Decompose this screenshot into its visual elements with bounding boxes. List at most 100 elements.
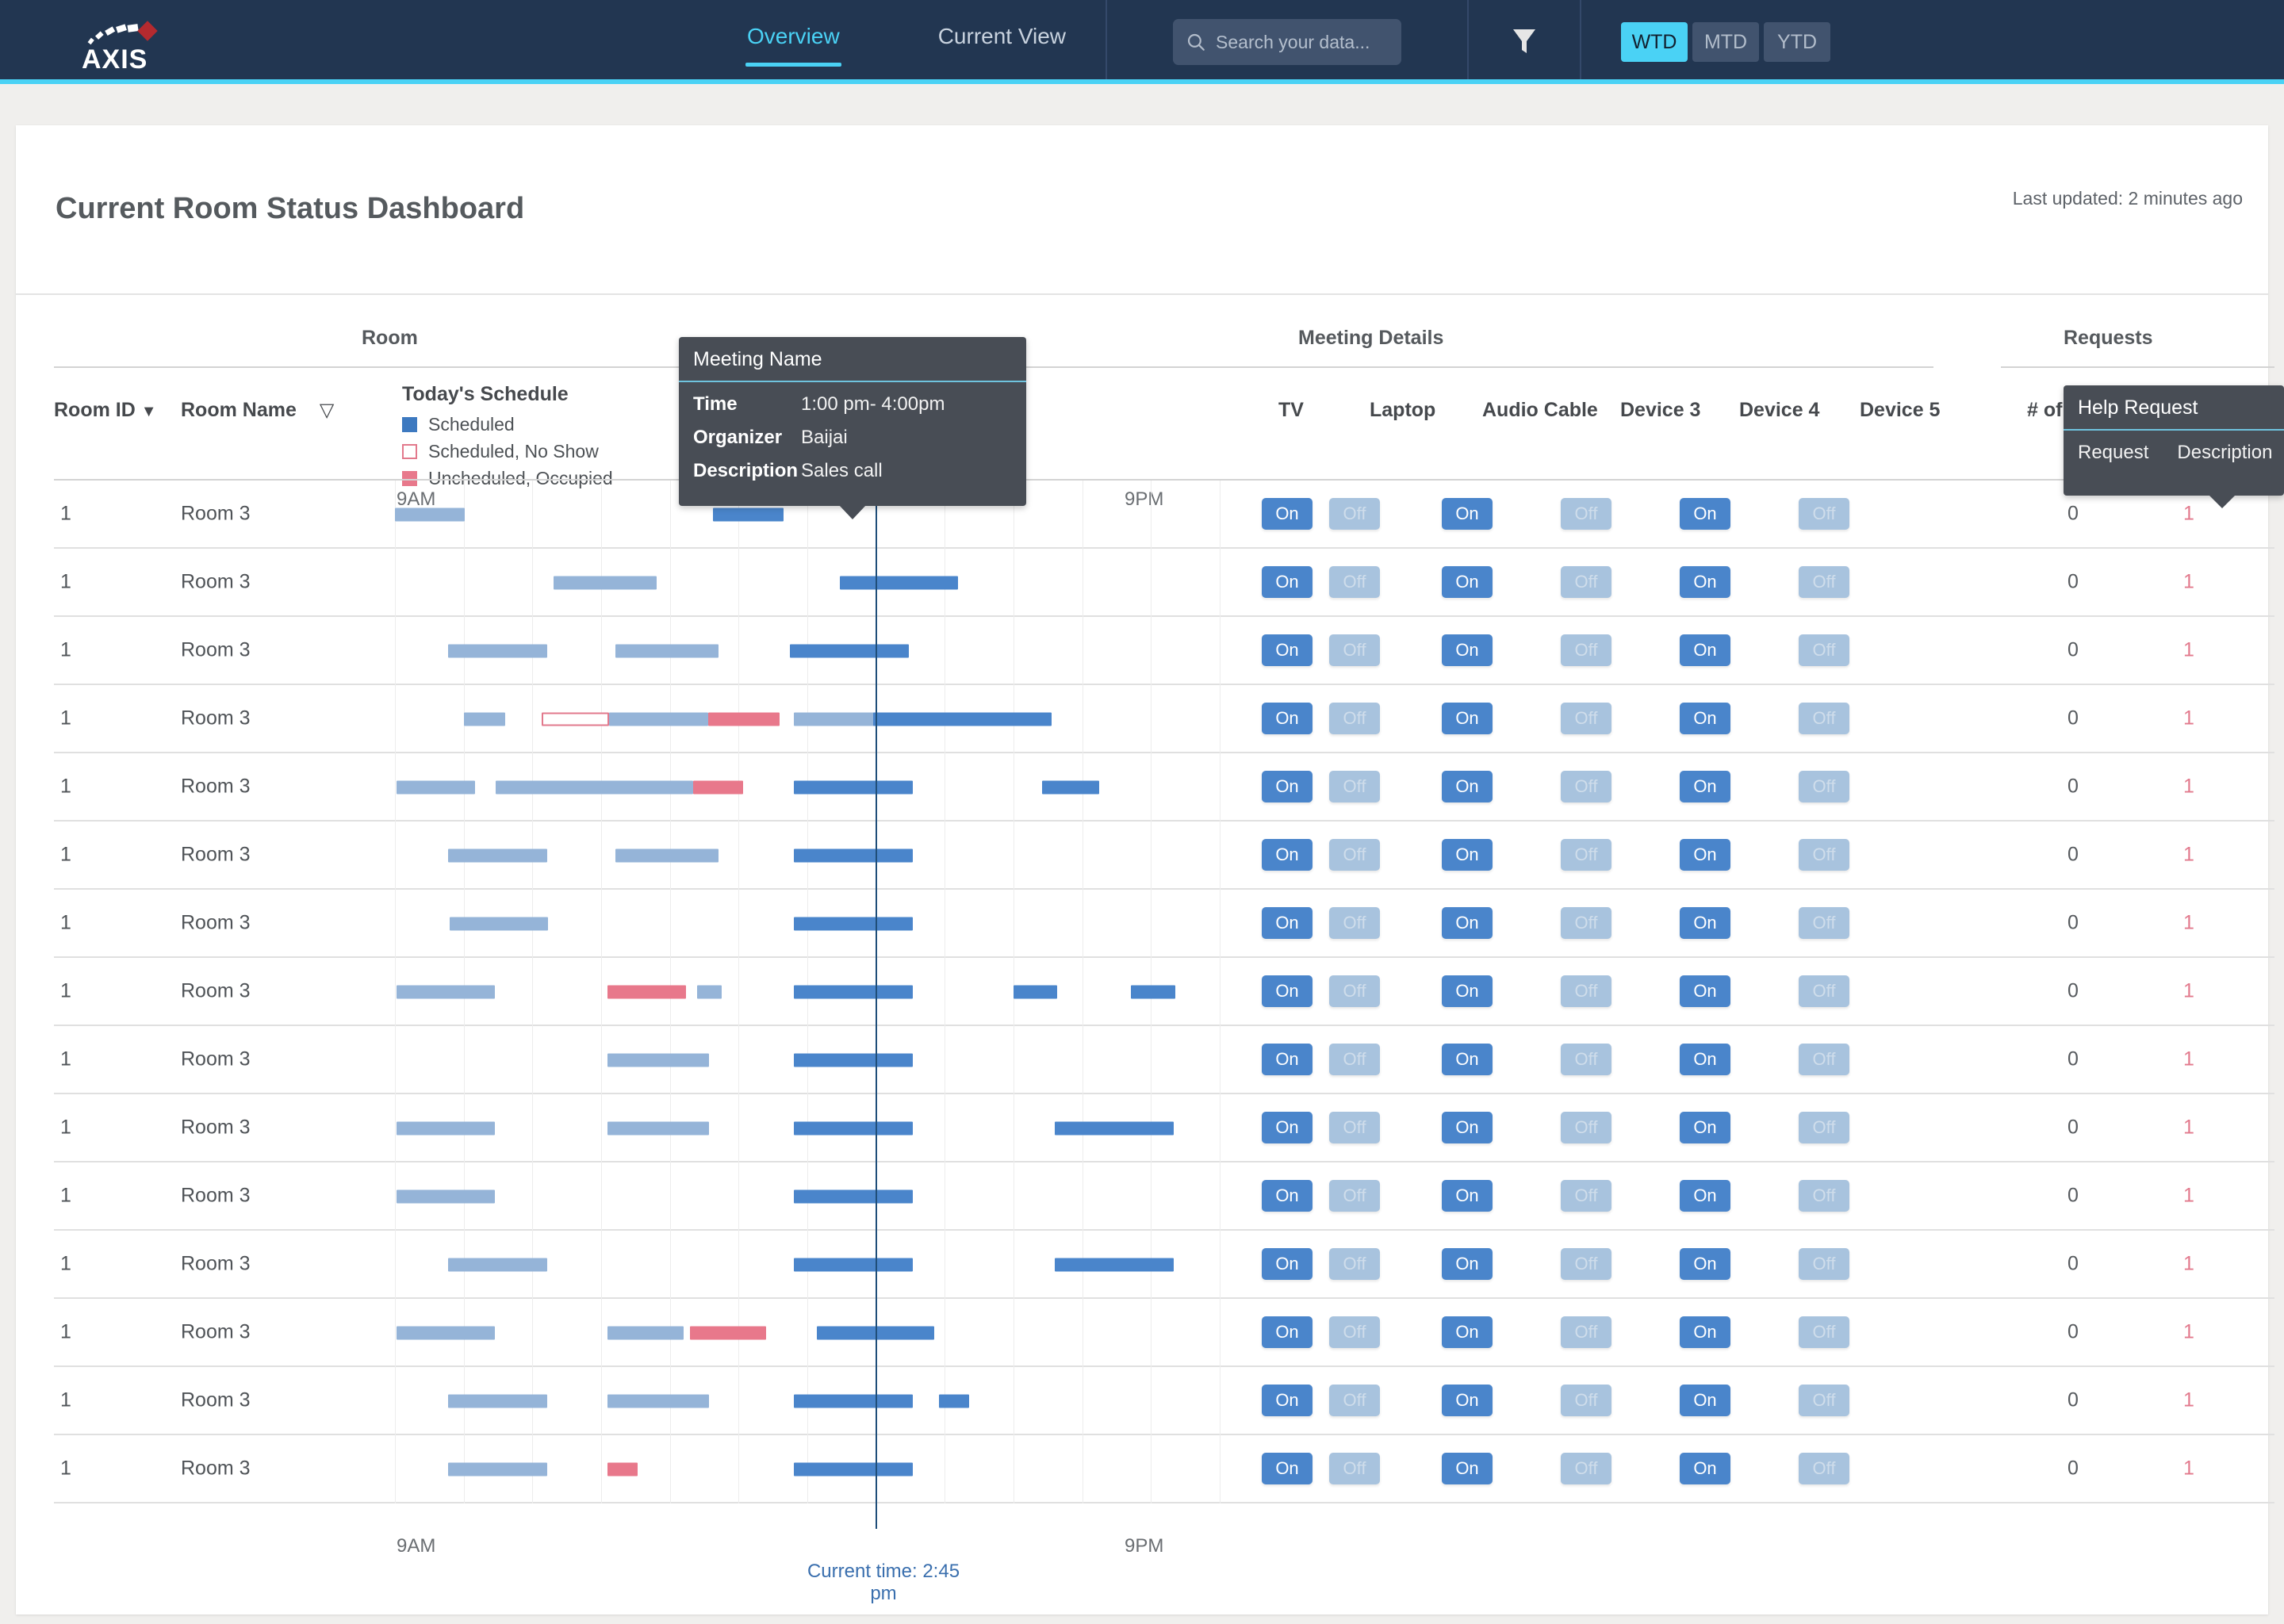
device-toggle-device-4[interactable]: On [1680, 839, 1730, 871]
schedule-bar-upcoming[interactable] [794, 1189, 914, 1204]
schedule-bar-past[interactable] [609, 712, 709, 726]
schedule-bar-past[interactable] [395, 508, 466, 522]
device-toggle-device-5[interactable]: Off [1799, 1453, 1849, 1484]
schedule-bar-past[interactable] [615, 848, 719, 863]
device-toggle-audio-cable[interactable]: On [1442, 566, 1493, 598]
device-toggle-laptop[interactable]: Off [1329, 634, 1380, 666]
schedule-bar-upcoming[interactable] [1042, 780, 1100, 795]
device-toggle-audio-cable[interactable]: On [1442, 498, 1493, 530]
schedule-bar-past[interactable] [607, 1053, 710, 1067]
device-toggle-laptop[interactable]: Off [1329, 839, 1380, 871]
device-toggle-device-5[interactable]: Off [1799, 975, 1849, 1007]
range-button-ytd[interactable]: YTD [1764, 22, 1831, 62]
cell-help-request-count[interactable]: 1 [2165, 503, 2213, 526]
schedule-bar-past[interactable] [449, 917, 549, 931]
schedule-bar-past[interactable] [447, 848, 548, 863]
device-toggle-audio-cable[interactable]: On [1442, 839, 1493, 871]
schedule-timeline[interactable] [395, 1299, 1221, 1367]
device-toggle-device-3[interactable]: Off [1561, 975, 1611, 1007]
schedule-bar-unsched[interactable] [690, 1326, 766, 1340]
axis-logo[interactable]: AXIS [0, 0, 238, 84]
device-toggle-device-5[interactable]: Off [1799, 1316, 1849, 1348]
device-toggle-audio-cable[interactable]: On [1442, 1248, 1493, 1280]
device-toggle-audio-cable[interactable]: On [1442, 703, 1493, 734]
device-toggle-device-5[interactable]: Off [1799, 1112, 1849, 1143]
schedule-bar-upcoming[interactable] [794, 1121, 914, 1136]
schedule-bar-upcoming[interactable] [794, 1394, 914, 1408]
device-toggle-device-4[interactable]: On [1680, 907, 1730, 939]
table-row[interactable]: 1 Room 3 On Off On Off On Off 0 1 [54, 617, 2274, 685]
device-toggle-device-4[interactable]: On [1680, 1385, 1730, 1416]
device-toggle-device-5[interactable]: Off [1799, 703, 1849, 734]
device-toggle-laptop[interactable]: Off [1329, 498, 1380, 530]
device-toggle-laptop[interactable]: Off [1329, 975, 1380, 1007]
device-toggle-device-3[interactable]: Off [1561, 771, 1611, 802]
table-row[interactable]: 1 Room 3 On Off On Off On Off 0 1 [54, 1435, 2274, 1503]
schedule-timeline[interactable] [395, 958, 1221, 1026]
table-row[interactable]: 1 Room 3 On Off On Off On Off 0 1 [54, 1026, 2274, 1094]
table-row[interactable]: 1 Room 3 On Off On Off On Off 0 1 [54, 822, 2274, 890]
device-toggle-device-4[interactable]: On [1680, 771, 1730, 802]
device-toggle-tv[interactable]: On [1262, 498, 1313, 530]
schedule-bar-unsched[interactable] [607, 1462, 638, 1477]
device-toggle-device-3[interactable]: Off [1561, 907, 1611, 939]
schedule-timeline[interactable] [395, 617, 1221, 685]
search-box[interactable] [1173, 19, 1451, 65]
schedule-bar-upcoming[interactable] [794, 1053, 914, 1067]
device-toggle-device-3[interactable]: Off [1561, 634, 1611, 666]
schedule-timeline[interactable] [395, 890, 1221, 958]
device-toggle-device-3[interactable]: Off [1561, 703, 1611, 734]
device-toggle-tv[interactable]: On [1262, 566, 1313, 598]
device-toggle-audio-cable[interactable]: On [1442, 1385, 1493, 1416]
schedule-bar-past[interactable] [696, 985, 722, 999]
device-toggle-audio-cable[interactable]: On [1442, 907, 1493, 939]
filter-button[interactable] [1469, 0, 1580, 84]
schedule-bar-past[interactable] [495, 780, 694, 795]
device-toggle-laptop[interactable]: Off [1329, 1316, 1380, 1348]
device-toggle-device-4[interactable]: On [1680, 1112, 1730, 1143]
search-input[interactable] [1216, 31, 1451, 53]
schedule-timeline[interactable] [395, 1094, 1221, 1162]
device-toggle-device-5[interactable]: Off [1799, 1180, 1849, 1212]
schedule-timeline[interactable] [395, 1162, 1221, 1231]
schedule-bar-past[interactable] [607, 1121, 710, 1136]
sort-toggle-icon[interactable]: ▽ [320, 400, 334, 421]
column-header-room-id[interactable]: Room ID ▼ [54, 399, 157, 422]
device-toggle-device-3[interactable]: Off [1561, 1180, 1611, 1212]
schedule-timeline[interactable] [395, 753, 1221, 822]
cell-help-request-count[interactable]: 1 [2165, 1457, 2213, 1480]
device-toggle-device-5[interactable]: Off [1799, 1385, 1849, 1416]
schedule-bar-past[interactable] [615, 644, 719, 658]
cell-help-request-count[interactable]: 1 [2165, 776, 2213, 799]
device-toggle-tv[interactable]: On [1262, 1248, 1313, 1280]
device-toggle-device-4[interactable]: On [1680, 1044, 1730, 1075]
schedule-bar-past[interactable] [607, 1394, 710, 1408]
schedule-bar-noshow[interactable] [542, 712, 610, 726]
device-toggle-device-4[interactable]: On [1680, 975, 1730, 1007]
range-button-wtd[interactable]: WTD [1621, 22, 1688, 62]
schedule-timeline[interactable] [395, 549, 1221, 617]
column-header-room-name[interactable]: Room Name ▽ [181, 399, 334, 422]
cell-help-request-count[interactable]: 1 [2165, 707, 2213, 730]
device-toggle-device-5[interactable]: Off [1799, 498, 1849, 530]
table-row[interactable]: 1 Room 3 On Off On Off On Off 0 1 [54, 958, 2274, 1026]
table-row[interactable]: 1 Room 3 On Off On Off On Off 0 1 [54, 481, 2274, 549]
device-toggle-audio-cable[interactable]: On [1442, 1180, 1493, 1212]
device-toggle-laptop[interactable]: Off [1329, 771, 1380, 802]
device-toggle-tv[interactable]: On [1262, 1180, 1313, 1212]
schedule-bar-past[interactable] [397, 780, 475, 795]
device-toggle-tv[interactable]: On [1262, 771, 1313, 802]
schedule-bar-upcoming[interactable] [1055, 1121, 1174, 1136]
device-toggle-laptop[interactable]: Off [1329, 1385, 1380, 1416]
device-toggle-device-4[interactable]: On [1680, 1453, 1730, 1484]
device-toggle-device-5[interactable]: Off [1799, 839, 1849, 871]
schedule-bar-upcoming[interactable] [873, 712, 1052, 726]
schedule-timeline[interactable] [395, 1026, 1221, 1094]
device-toggle-device-3[interactable]: Off [1561, 498, 1611, 530]
cell-help-request-count[interactable]: 1 [2165, 844, 2213, 867]
device-toggle-audio-cable[interactable]: On [1442, 1112, 1493, 1143]
schedule-bar-upcoming[interactable] [1055, 1258, 1174, 1272]
table-row[interactable]: 1 Room 3 On Off On Off On Off 0 1 [54, 1231, 2274, 1299]
schedule-bar-upcoming[interactable] [790, 644, 909, 658]
device-toggle-device-3[interactable]: Off [1561, 1316, 1611, 1348]
